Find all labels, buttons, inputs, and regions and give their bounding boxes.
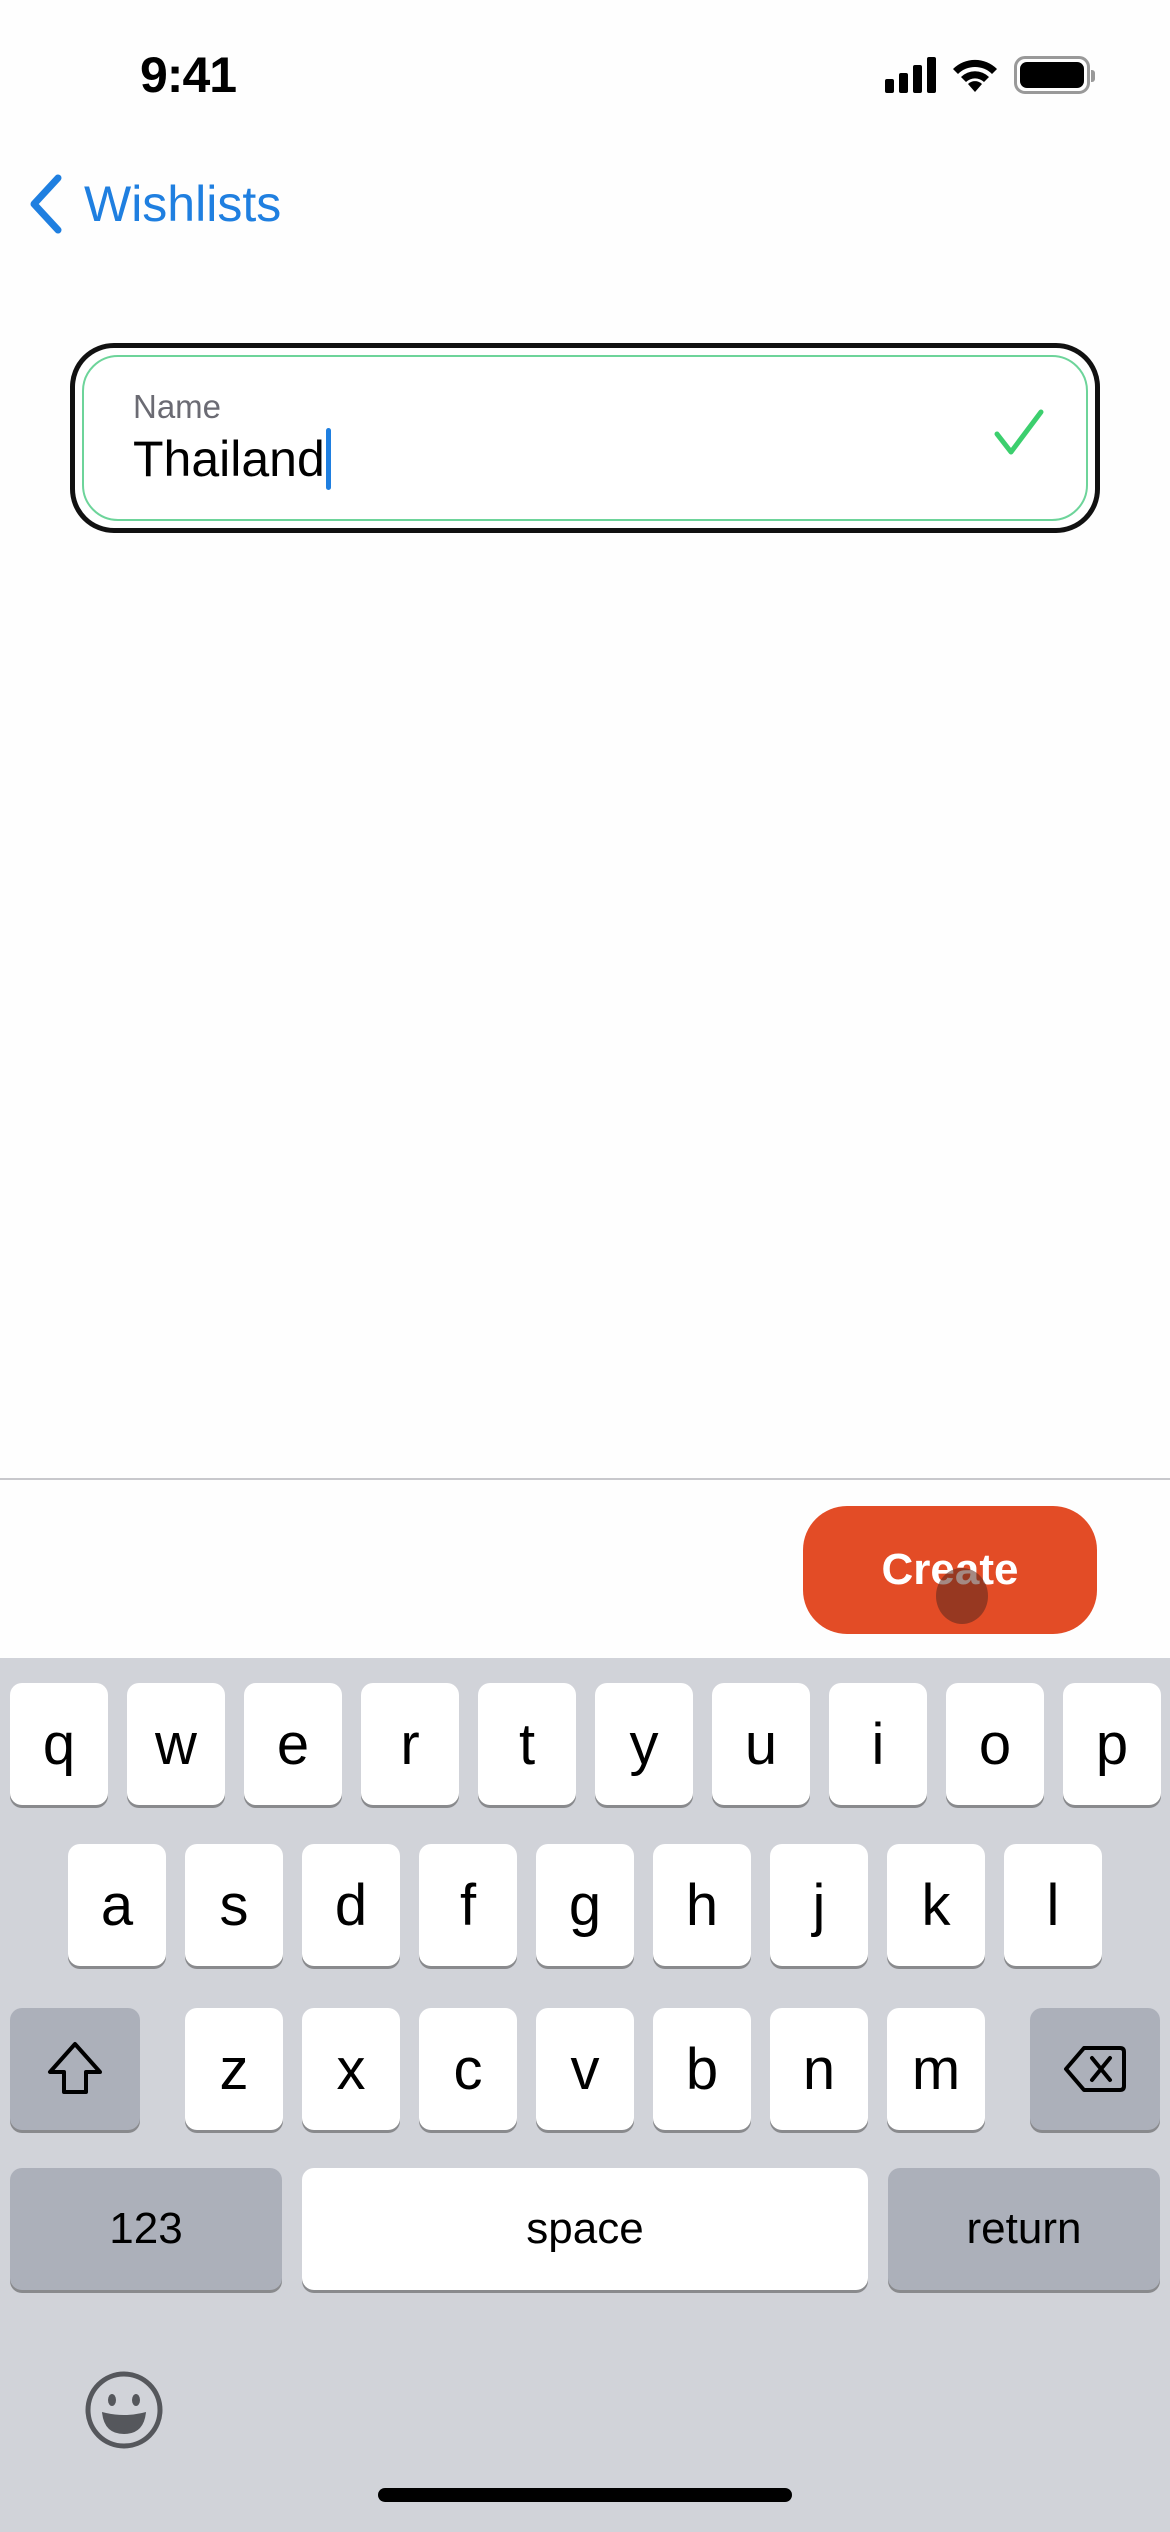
checkmark-icon [994, 409, 1044, 455]
wifi-icon [953, 59, 997, 92]
keyboard: qwertyuiop asdfghjkl zxcvbnm 123 space r… [0, 1658, 1170, 2532]
space-key[interactable]: space [302, 2168, 868, 2290]
cellular-signal-icon [885, 57, 936, 93]
text-caret [325, 428, 331, 490]
key-z[interactable]: z [185, 2008, 283, 2130]
numbers-key[interactable]: 123 [10, 2168, 282, 2290]
key-l[interactable]: l [1004, 1844, 1102, 1966]
delete-key[interactable] [1030, 2008, 1160, 2130]
key-x[interactable]: x [302, 2008, 400, 2130]
key-k[interactable]: k [887, 1844, 985, 1966]
battery-icon [1014, 56, 1095, 94]
key-v[interactable]: v [536, 2008, 634, 2130]
shift-icon [48, 2042, 102, 2094]
key-j[interactable]: j [770, 1844, 868, 1966]
key-e[interactable]: e [244, 1683, 342, 1805]
key-s[interactable]: s [185, 1844, 283, 1966]
key-a[interactable]: a [68, 1844, 166, 1966]
home-indicator [378, 2488, 792, 2502]
key-r[interactable]: r [361, 1683, 459, 1805]
create-button[interactable]: Create [803, 1506, 1097, 1634]
key-h[interactable]: h [653, 1844, 751, 1966]
back-label: Wishlists [84, 176, 282, 232]
status-bar: 9:41 [0, 0, 1170, 150]
key-t[interactable]: t [478, 1683, 576, 1805]
return-key[interactable]: return [888, 2168, 1160, 2290]
name-field-label: Name [133, 388, 222, 425]
name-input[interactable]: Thailand [133, 428, 331, 490]
status-time: 9:41 [140, 47, 237, 103]
key-q[interactable]: q [10, 1683, 108, 1805]
chevron-left-icon [30, 174, 62, 234]
emoji-icon[interactable] [84, 2370, 164, 2450]
shift-key[interactable] [10, 2008, 140, 2130]
key-y[interactable]: y [595, 1683, 693, 1805]
status-icons [885, 56, 1095, 94]
key-i[interactable]: i [829, 1683, 927, 1805]
keyboard-accessory-bar: Create [0, 1478, 1170, 1658]
back-button[interactable]: Wishlists [24, 172, 281, 236]
key-b[interactable]: b [653, 2008, 751, 2130]
key-g[interactable]: g [536, 1844, 634, 1966]
key-o[interactable]: o [946, 1683, 1044, 1805]
key-w[interactable]: w [127, 1683, 225, 1805]
name-input-value: Thailand [133, 431, 325, 487]
name-field[interactable]: Name Thailand [70, 343, 1100, 533]
key-n[interactable]: n [770, 2008, 868, 2130]
key-f[interactable]: f [419, 1844, 517, 1966]
delete-backspace-icon [1064, 2046, 1126, 2092]
key-p[interactable]: p [1063, 1683, 1161, 1805]
key-c[interactable]: c [419, 2008, 517, 2130]
key-u[interactable]: u [712, 1683, 810, 1805]
key-m[interactable]: m [887, 2008, 985, 2130]
key-d[interactable]: d [302, 1844, 400, 1966]
